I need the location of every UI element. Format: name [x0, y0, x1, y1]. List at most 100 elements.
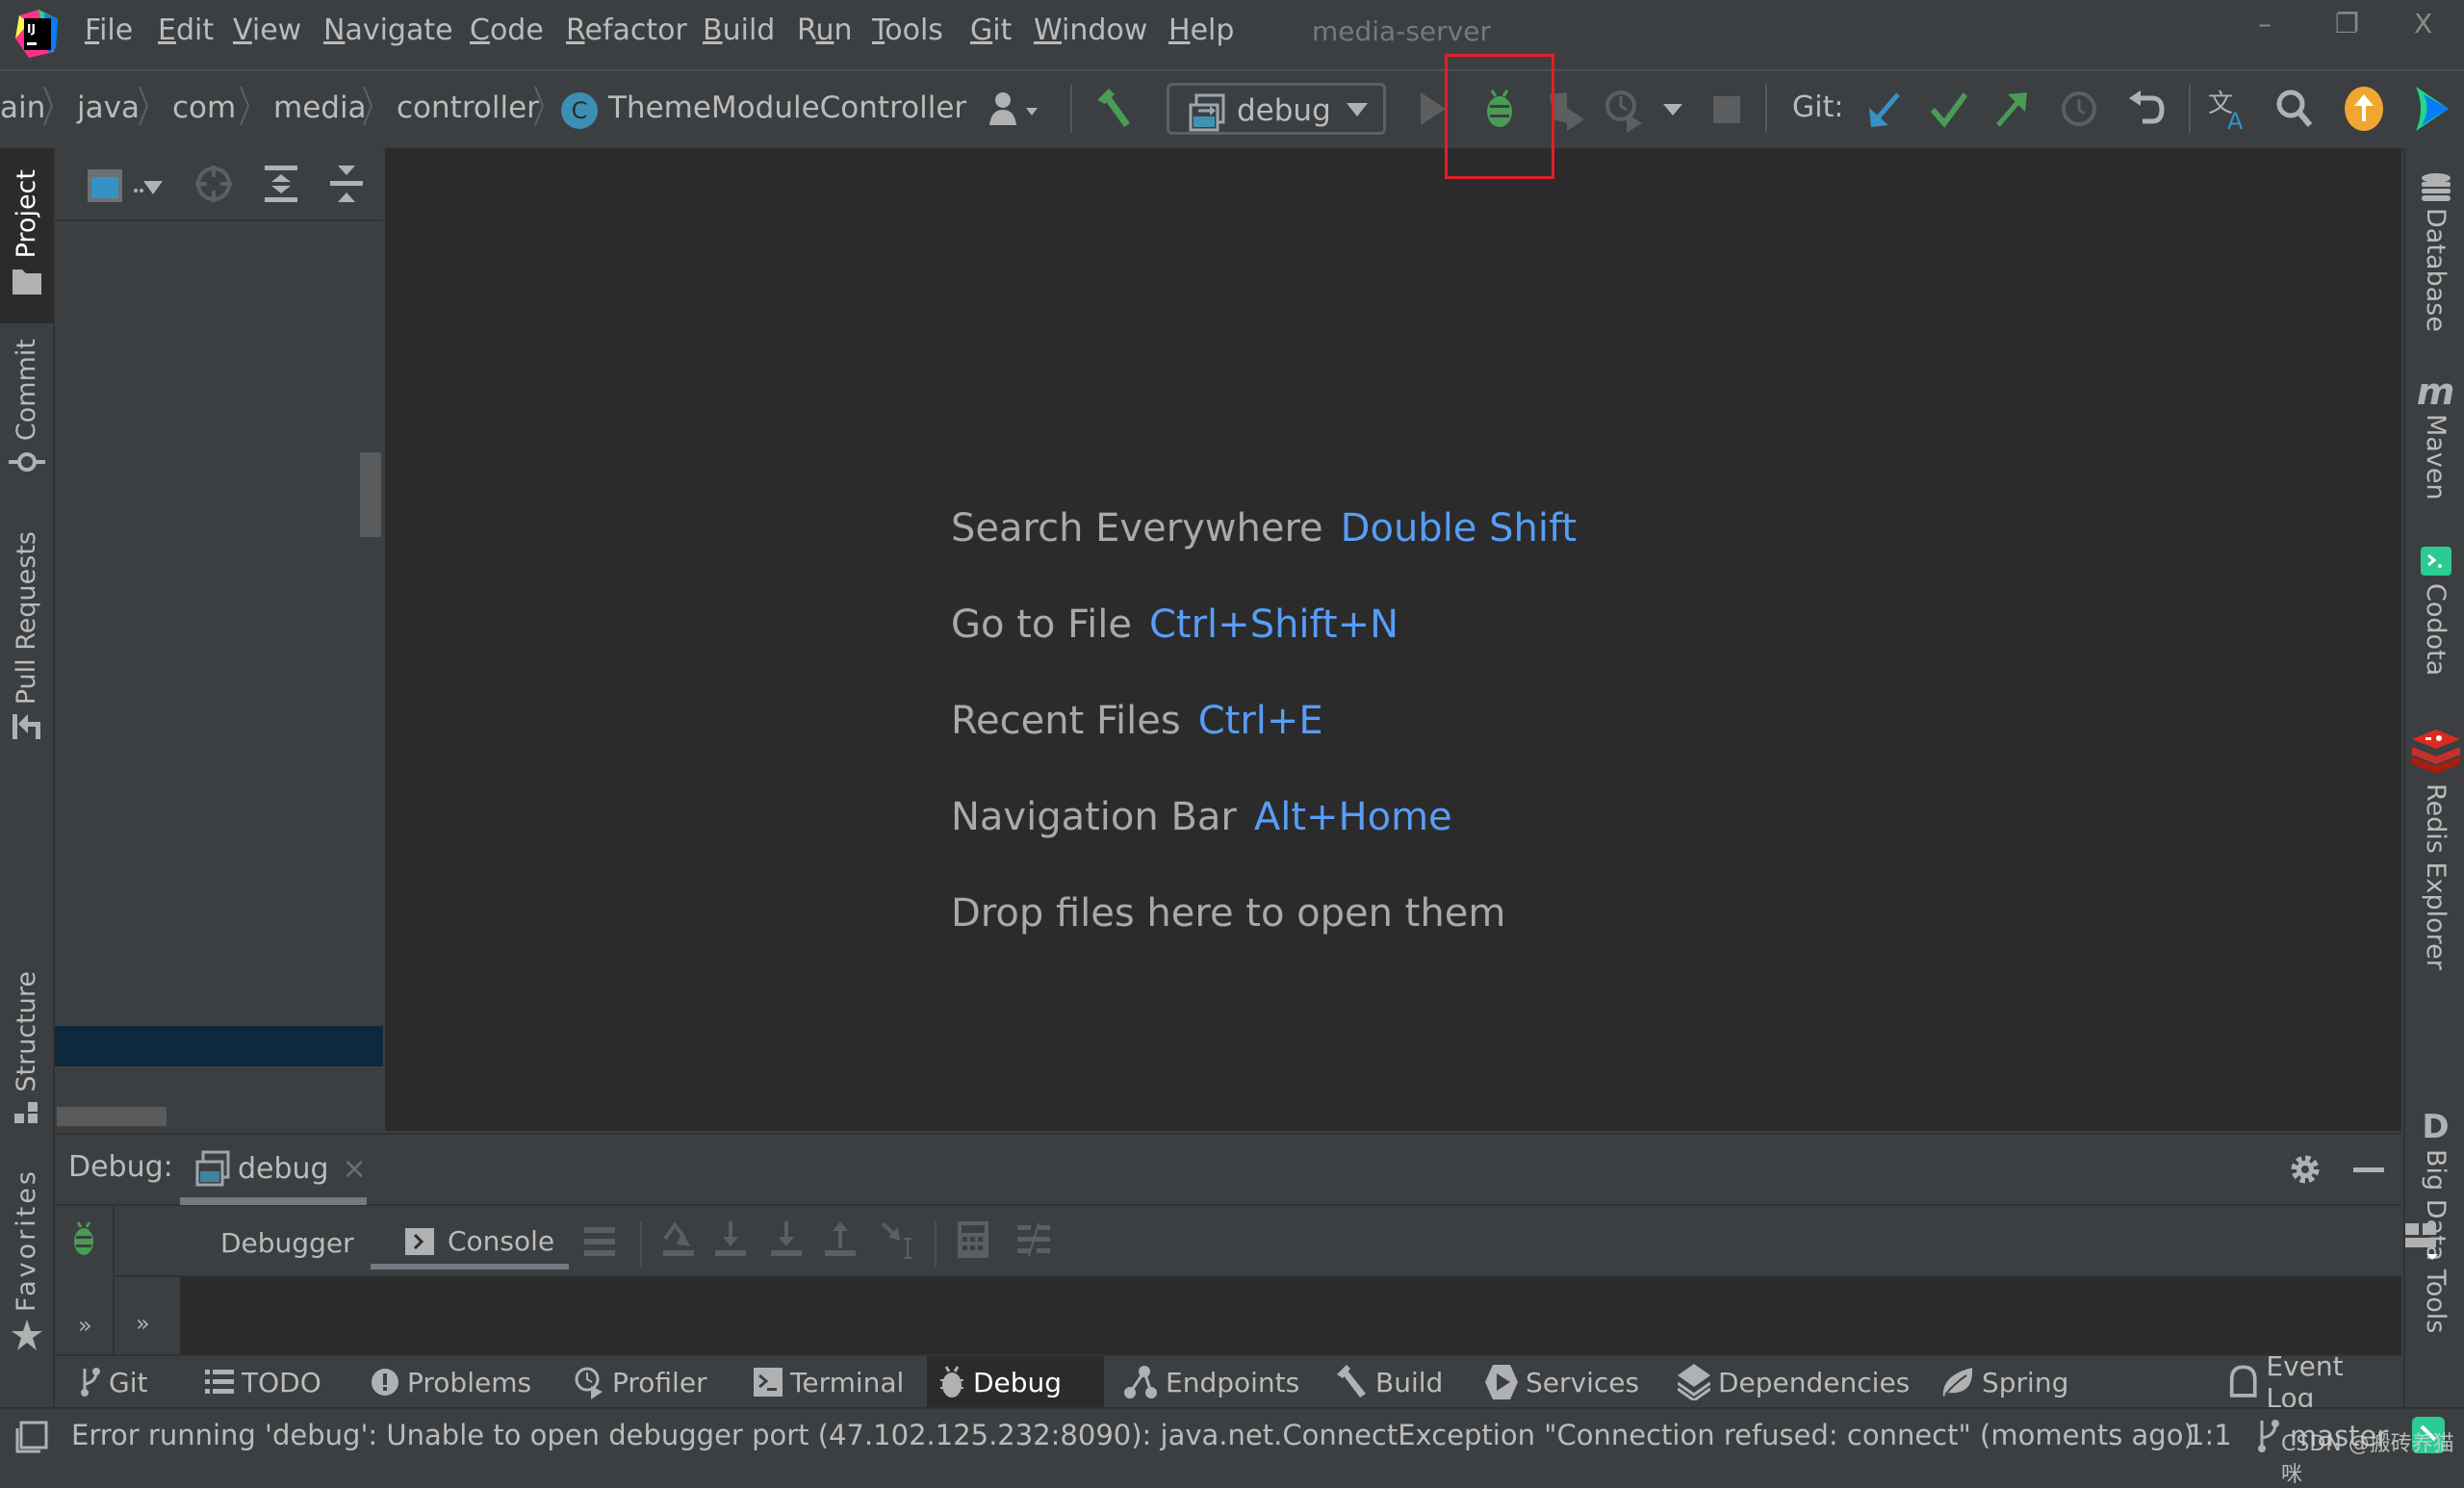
bottom-tab-services[interactable]: Services	[1474, 1356, 1651, 1408]
restore-button[interactable]: ❐	[2335, 8, 2359, 39]
close-tab-button[interactable]: ×	[343, 1152, 367, 1186]
menu-code[interactable]: Code	[470, 13, 544, 47]
tool-tab-big-data-tools[interactable]: D Big Data Tools	[2405, 1111, 2464, 1333]
collapse-all-button[interactable]	[330, 166, 363, 202]
more-console-actions-button[interactable]: »	[136, 1310, 150, 1337]
menu-edit[interactable]: Edit	[158, 13, 214, 47]
bottom-tab-event-log[interactable]: Event Log	[2217, 1350, 2401, 1414]
project-vertical-scrollbar[interactable]	[360, 452, 381, 537]
menu-navigate[interactable]: Navigate	[323, 13, 453, 47]
project-horizontal-scrollbar[interactable]	[57, 1107, 167, 1126]
evaluate-expression-button[interactable]	[958, 1221, 988, 1258]
run-configuration-select[interactable]: debug	[1167, 83, 1386, 135]
console-output[interactable]	[180, 1277, 2401, 1354]
menu-git[interactable]: Git	[970, 13, 1012, 47]
menu-help[interactable]: Help	[1168, 13, 1234, 47]
arrow-down-left-icon	[1869, 92, 1900, 127]
show-execution-point-button[interactable]	[663, 1221, 694, 1258]
tool-tab-structure[interactable]: Structure	[0, 971, 53, 1123]
tool-tab-maven[interactable]: m Maven	[2405, 373, 2464, 500]
git-commit-button[interactable]	[1931, 90, 1967, 129]
bottom-tab-git[interactable]: Git	[68, 1356, 159, 1408]
menu-file[interactable]: File	[85, 13, 133, 47]
step-into-button[interactable]	[771, 1221, 802, 1258]
menu-build[interactable]: Build	[703, 13, 775, 47]
close-window-button[interactable]: X	[2414, 8, 2432, 39]
ide-update-button[interactable]	[2343, 85, 2385, 133]
bottom-tab-dependencies[interactable]: Dependencies	[1666, 1356, 1921, 1408]
list-icon	[205, 1370, 234, 1394]
expand-all-icon	[265, 166, 297, 202]
code-with-me-button[interactable]	[2412, 85, 2451, 133]
translate-button[interactable]: 文 A	[2208, 87, 2250, 131]
menu-run[interactable]: Run	[797, 13, 853, 47]
menu-window[interactable]: Window	[1034, 13, 1147, 47]
bottom-tab-build[interactable]: Build	[1323, 1356, 1454, 1408]
breadcrumb-com[interactable]: com	[172, 90, 236, 125]
breadcrumb-media[interactable]: media	[273, 90, 367, 125]
toggle-tool-windows-button[interactable]	[15, 1421, 48, 1453]
step-out-button[interactable]	[825, 1221, 856, 1258]
breadcrumb-main[interactable]: ain	[0, 90, 45, 125]
hide-panel-button[interactable]	[2353, 1167, 2384, 1172]
tool-tab-database[interactable]: Database	[2405, 173, 2464, 332]
bottom-tab-todo[interactable]: TODO	[193, 1356, 333, 1408]
search-everywhere-button[interactable]	[2275, 89, 2314, 129]
tool-tab-favorites[interactable]: Favorites	[0, 1168, 53, 1350]
stop-button[interactable]	[1713, 96, 1740, 123]
locate-file-button[interactable]	[195, 166, 232, 202]
breadcrumb-controller[interactable]: controller	[397, 90, 539, 125]
status-message[interactable]: Error running 'debug': Unable to open de…	[71, 1419, 2194, 1451]
view-mode-dropdown[interactable]	[88, 167, 165, 202]
minimize-button[interactable]: –	[2258, 8, 2272, 39]
build-button[interactable]	[1091, 87, 1134, 131]
navigation-toolbar: ain java com media controller C ThemeMod…	[0, 69, 2464, 150]
hint-shortcut[interactable]: Alt+Home	[1254, 795, 1452, 839]
hint-shortcut[interactable]: Double Shift	[1341, 506, 1577, 551]
expand-all-button[interactable]	[265, 166, 297, 202]
bottom-tab-problems[interactable]: Problems	[359, 1356, 543, 1408]
bottom-tab-profiler[interactable]: Profiler	[562, 1356, 719, 1408]
more-actions-button[interactable]: »	[78, 1312, 92, 1339]
debug-session-tab[interactable]: debug ×	[195, 1150, 367, 1187]
hint-shortcut[interactable]: Ctrl+Shift+N	[1149, 603, 1399, 647]
menu-view[interactable]: View	[233, 13, 301, 47]
frames-menu-button[interactable]	[584, 1227, 615, 1256]
breadcrumb-class[interactable]: ThemeModuleController	[608, 90, 966, 125]
git-update-button[interactable]	[1867, 90, 1902, 129]
debug-settings-button[interactable]	[2288, 1152, 2323, 1187]
step-over-button[interactable]	[715, 1221, 746, 1258]
tool-tab-label: Structure	[12, 971, 41, 1092]
run-to-cursor-button[interactable]	[881, 1221, 915, 1260]
tool-tab-project[interactable]: Project	[0, 148, 53, 323]
caret-position[interactable]: 1:1	[2187, 1419, 2232, 1451]
project-tree-selected-row[interactable]	[55, 1026, 383, 1066]
profile-button[interactable]	[1605, 89, 1644, 133]
bottom-tab-spring[interactable]: Spring	[1930, 1356, 2080, 1408]
layout-settings-button[interactable]	[2405, 1223, 2440, 1264]
more-run-options-dropdown[interactable]	[1663, 104, 1682, 115]
tab-console[interactable]: Console	[405, 1225, 554, 1257]
tool-tab-codota[interactable]: Codota	[2405, 547, 2464, 676]
rerun-debug-button[interactable]	[70, 1221, 97, 1256]
git-rollback-button[interactable]	[2127, 89, 2166, 131]
menu-refactor[interactable]: Refactor	[566, 13, 687, 47]
run-to-cursor-icon	[881, 1221, 911, 1259]
tool-tab-commit[interactable]: Commit	[0, 339, 53, 474]
step-out-icon	[825, 1221, 856, 1256]
menu-tools[interactable]: Tools	[872, 13, 943, 47]
trace-current-stream-button[interactable]	[1017, 1223, 1050, 1256]
tool-tab-pull-requests[interactable]: Pull Requests	[0, 531, 53, 740]
tool-tab-redis-explorer[interactable]: Redis Explorer	[2405, 730, 2464, 970]
git-history-button[interactable]	[2060, 89, 2098, 129]
bottom-tab-debug[interactable]: Debug	[927, 1356, 1104, 1408]
git-push-button[interactable]	[1994, 90, 2029, 129]
stream-trace-icon	[1017, 1223, 1050, 1256]
bottom-tab-endpoints[interactable]: Endpoints	[1112, 1356, 1311, 1408]
breadcrumb-java[interactable]: java	[77, 90, 140, 125]
run-button[interactable]	[1421, 92, 1446, 125]
hint-shortcut[interactable]: Ctrl+E	[1198, 699, 1323, 743]
tab-debugger[interactable]: Debugger	[220, 1227, 354, 1259]
bottom-tab-terminal[interactable]: Terminal	[742, 1356, 915, 1408]
account-dropdown[interactable]	[988, 90, 1045, 129]
